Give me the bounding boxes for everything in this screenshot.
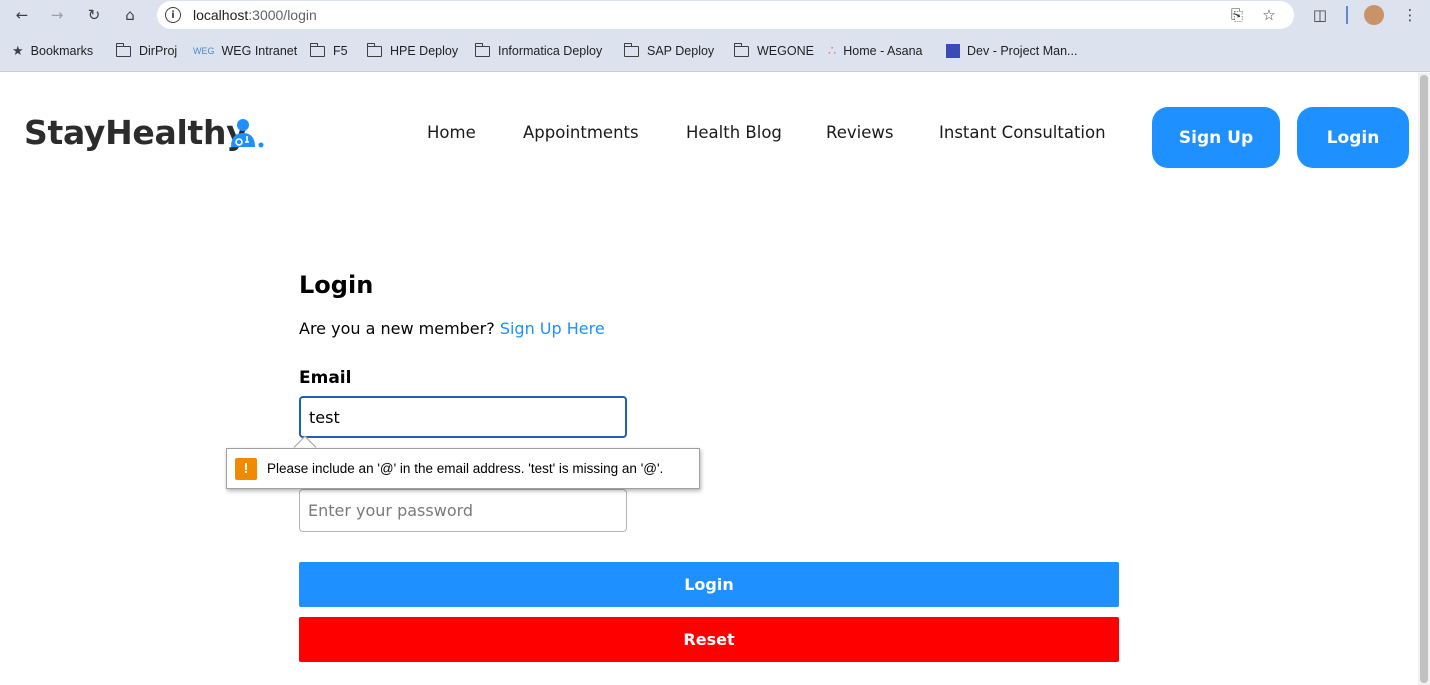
bookmark-label: WEG Intranet (221, 44, 298, 58)
doctor-icon (231, 119, 264, 148)
asana-icon: ∴ (828, 43, 837, 58)
signup-link[interactable]: Sign Up Here (500, 319, 605, 338)
validation-message: Please include an '@' in the email addre… (267, 461, 664, 476)
bookmark-project-manager[interactable]: Dev - Project Man... (946, 43, 1077, 59)
bookmark-label: Dev - Project Man... (967, 44, 1078, 58)
profile-avatar[interactable] (1364, 5, 1384, 25)
login-nav-button[interactable]: Login (1297, 107, 1409, 168)
folder-icon (474, 42, 490, 57)
nav-health-blog[interactable]: Health Blog (686, 123, 782, 142)
bookmark-wegone[interactable]: WEGONE (733, 42, 814, 59)
site-logo-text[interactable]: StayHealthy (24, 113, 248, 152)
home-icon[interactable]: ⌂ (119, 4, 141, 26)
url-path: :3000/login (248, 7, 317, 23)
bookmarks-bar: ★ Bookmarks DirProj WEG WEG Intranet F5 HP… (0, 30, 1430, 72)
signup-button[interactable]: Sign Up (1152, 107, 1280, 168)
bookmark-asana[interactable]: ∴ Home - Asana (828, 43, 923, 59)
menu-kebab-icon[interactable]: ⋮ (1399, 4, 1421, 26)
password-field[interactable] (299, 489, 627, 532)
bookmark-bookmarks[interactable]: ★ Bookmarks (12, 43, 93, 59)
bookmark-informatica-deploy[interactable]: Informatica Deploy (474, 42, 603, 59)
folder-icon (623, 42, 639, 57)
email-label: Email (299, 368, 352, 388)
url-text[interactable]: localhost:3000/login (193, 7, 317, 23)
reload-icon[interactable]: ↻ (83, 4, 105, 26)
bookmark-label: F5 (333, 44, 348, 58)
folder-icon (733, 42, 749, 57)
email-field[interactable] (299, 396, 627, 438)
folder-icon (366, 42, 382, 57)
extensions-icon[interactable]: ◫ (1309, 4, 1331, 26)
nav-instant-consultation[interactable]: Instant Consultation (939, 123, 1106, 142)
nav-home[interactable]: Home (427, 123, 476, 142)
bookmark-star-icon[interactable]: ☆ (1259, 5, 1279, 25)
toolbar-divider (1346, 6, 1348, 24)
page-title: Login (299, 271, 374, 299)
install-app-icon[interactable]: ⎘ (1227, 5, 1247, 25)
bookmark-label: Home - Asana (843, 44, 923, 58)
page-content: StayHealthy Home Appointments Health Blo… (0, 73, 1418, 685)
warning-icon: ! (235, 457, 257, 480)
star-icon: ★ (12, 43, 24, 58)
login-button[interactable]: Login (299, 562, 1119, 607)
bookmark-label: HPE Deploy (390, 44, 459, 58)
weg-favicon: WEG (193, 46, 215, 56)
address-bar[interactable]: i localhost:3000/login ⎘ ☆ (157, 1, 1294, 29)
member-prompt-text: Are you a new member? (299, 319, 495, 338)
nav-reviews[interactable]: Reviews (826, 123, 893, 142)
back-icon[interactable]: ← (11, 4, 33, 26)
bookmark-label: DirProj (139, 44, 178, 58)
folder-icon (115, 42, 131, 57)
bookmark-label: Bookmarks (30, 44, 94, 58)
folder-icon (309, 42, 325, 57)
bookmark-label: Informatica Deploy (498, 44, 603, 58)
scrollbar-thumb[interactable] (1420, 75, 1428, 683)
forward-icon[interactable]: → (46, 4, 68, 26)
bookmark-dirproj[interactable]: DirProj (115, 42, 178, 59)
member-prompt: Are you a new member? Sign Up Here (299, 319, 605, 338)
bookmark-hpe-deploy[interactable]: HPE Deploy (366, 42, 459, 59)
bookmark-weg-intranet[interactable]: WEG WEG Intranet (193, 43, 297, 59)
bookmark-f5[interactable]: F5 (309, 42, 348, 59)
validation-tooltip: ! Please include an '@' in the email add… (226, 448, 700, 489)
reset-button[interactable]: Reset (299, 617, 1119, 662)
bookmark-label: WEGONE (757, 44, 814, 58)
site-info-icon[interactable]: i (165, 7, 181, 23)
url-host: localhost (193, 7, 249, 23)
nav-appointments[interactable]: Appointments (523, 123, 639, 142)
browser-toolbar: ← → ↻ ⌂ i localhost:3000/login ⎘ ☆ ◫ ⋮ (0, 0, 1430, 30)
page-scrollbar[interactable] (1418, 73, 1430, 685)
bookmark-label: SAP Deploy (647, 44, 715, 58)
bookmark-sap-deploy[interactable]: SAP Deploy (623, 42, 715, 59)
project-icon (946, 44, 960, 58)
